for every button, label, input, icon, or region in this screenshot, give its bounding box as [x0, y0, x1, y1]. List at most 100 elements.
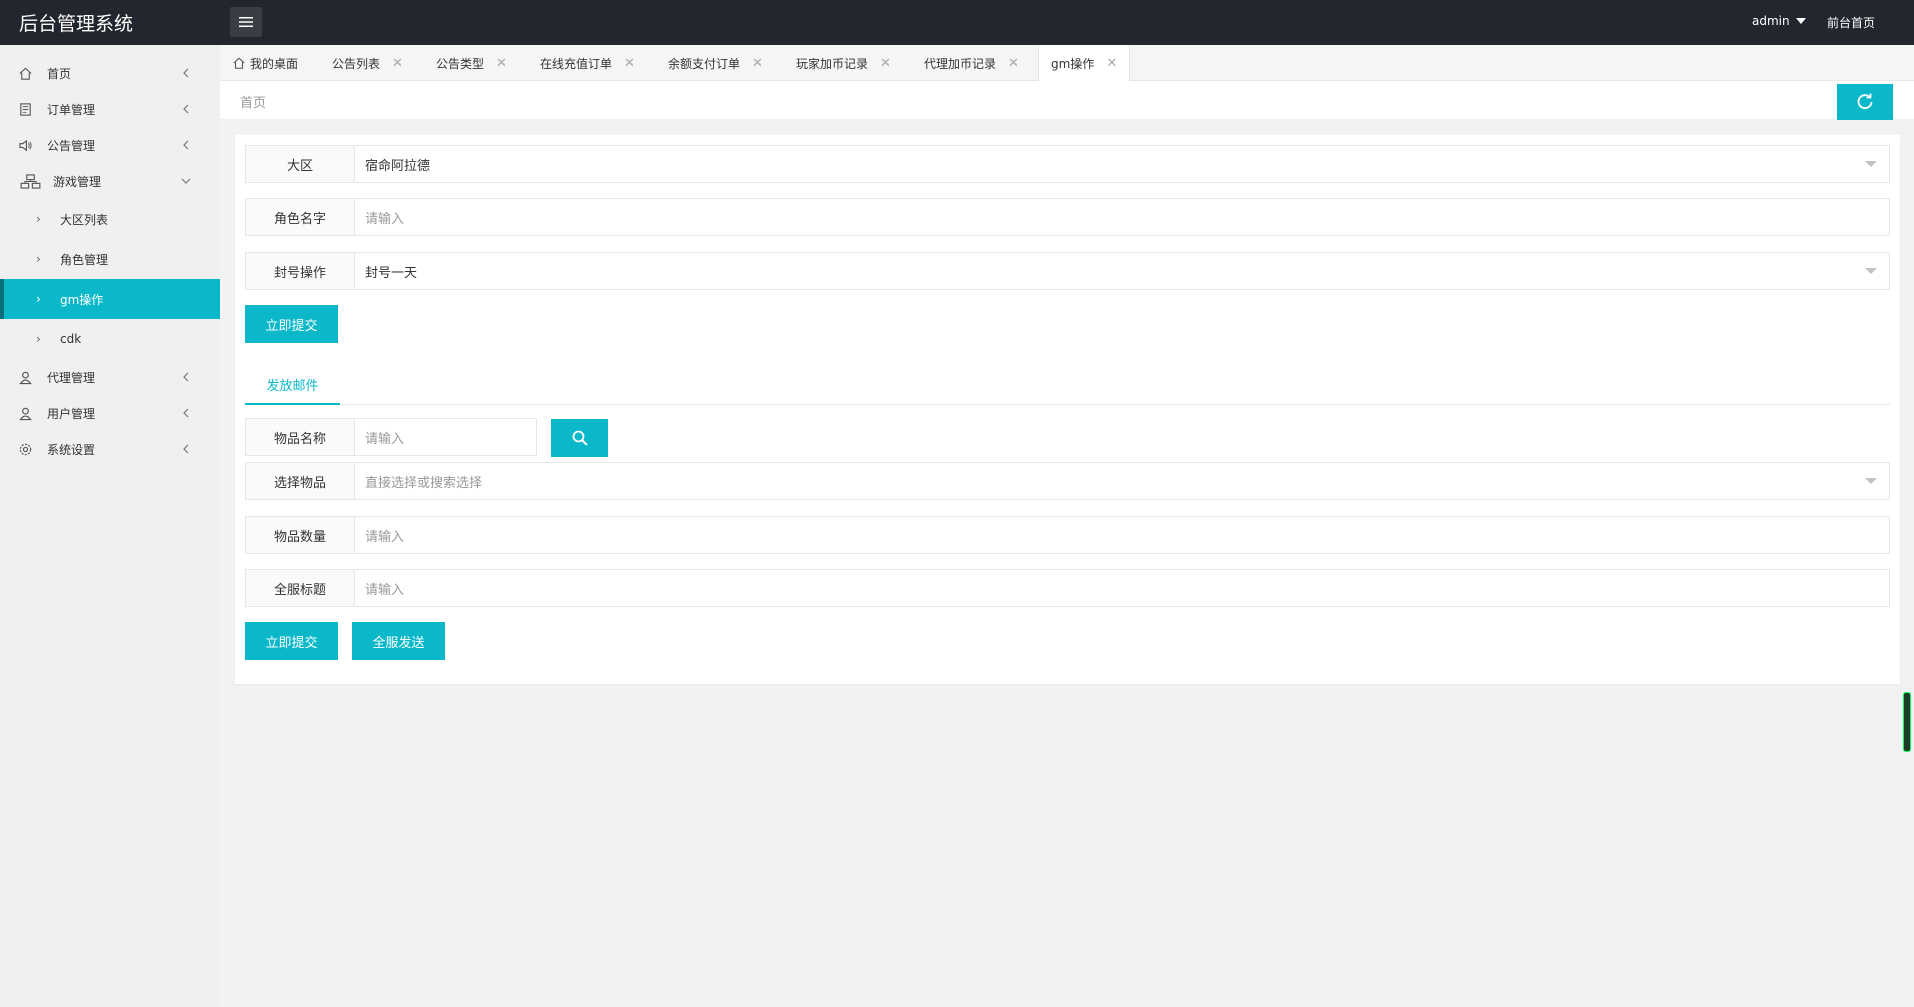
sidebar-item-agents[interactable]: 代理管理 [0, 359, 220, 395]
search-icon [572, 430, 588, 446]
role-row: 角色名字 请输入 [245, 198, 1890, 236]
select-item-row: 选择物品 直接选择或搜索选择 [245, 462, 1890, 500]
dropdown-arrow-icon [1865, 268, 1877, 274]
region-select[interactable]: 宿命阿拉德 [355, 146, 1889, 182]
front-page-link[interactable]: 前台首页 [1827, 14, 1875, 31]
menu-toggle-button[interactable] [230, 7, 262, 37]
quantity-row: 物品数量 请输入 [245, 516, 1890, 554]
chevron-left-icon [183, 68, 189, 78]
breadcrumb[interactable]: 首页 [240, 92, 266, 111]
select-item-label: 选择物品 [246, 463, 355, 499]
sidebar-item-home[interactable]: 首页 [0, 55, 220, 91]
hamburger-icon [239, 17, 253, 27]
item-name-input[interactable]: 请输入 [355, 419, 536, 455]
submit-mail-button[interactable]: 立即提交 [245, 622, 338, 660]
refresh-icon [1857, 93, 1873, 110]
home-icon [233, 57, 245, 69]
item-name-row: 物品名称 请输入 [245, 418, 537, 456]
tab-label: 玩家加币记录 [796, 56, 869, 71]
tab-balance-orders[interactable]: 余额支付订单 ✕ [656, 45, 775, 81]
ban-value: 封号一天 [365, 265, 418, 281]
server-title-input[interactable]: 请输入 [355, 570, 1889, 606]
sidebar-item-label: 首页 [47, 66, 72, 81]
tab-agent-coin-log[interactable]: 代理加币记录 ✕ [912, 45, 1031, 81]
sidebar-item-label: 系统设置 [47, 442, 96, 457]
gm-form-card: 大区 宿命阿拉德 角色名字 请输入 封号操作 封号一天 立即提交 发放邮件 物品… [235, 135, 1900, 684]
close-icon[interactable]: ✕ [880, 56, 891, 71]
scroll-handle[interactable] [1903, 692, 1911, 752]
sidebar-item-label: 订单管理 [47, 102, 96, 117]
sidebar-item-label: 公告管理 [47, 138, 96, 153]
search-button[interactable] [551, 419, 608, 457]
tab-gm[interactable]: gm操作 ✕ [1038, 45, 1131, 82]
sitemap-icon [19, 173, 41, 189]
tab-desktop[interactable]: 我的桌面 [220, 45, 310, 81]
sidebar-item-orders[interactable]: 订单管理 [0, 91, 220, 127]
tab-label: 公告列表 [332, 56, 381, 71]
tab-bar: 我的桌面 公告列表 ✕ 公告类型 ✕ 在线充值订单 ✕ 余额支付订单 ✕ 玩家加币记录 ✕… [220, 45, 1914, 82]
role-name-input[interactable]: 请输入 [355, 199, 1889, 235]
user-menu[interactable]: admin [1752, 14, 1806, 28]
dropdown-arrow-icon [1865, 478, 1877, 484]
sidebar-subitem-label: 大区列表 [60, 212, 109, 227]
chevron-left-icon [183, 104, 189, 114]
tab-announcement-types[interactable]: 公告类型 ✕ [424, 45, 519, 81]
speaker-icon [17, 137, 33, 153]
chevron-right-icon: › [36, 252, 41, 266]
tab-label: 我的桌面 [250, 56, 299, 71]
sidebar-subitem-roles[interactable]: › 角色管理 [0, 239, 220, 279]
breadcrumb-bar: 首页 [220, 81, 1914, 120]
tab-label: 余额支付订单 [668, 56, 741, 71]
close-icon[interactable]: ✕ [496, 56, 507, 71]
submit-ban-button[interactable]: 立即提交 [245, 305, 338, 343]
select-item-dropdown[interactable]: 直接选择或搜索选择 [355, 463, 1889, 499]
home-icon [17, 65, 33, 81]
tab-label: 在线充值订单 [540, 56, 613, 71]
sidebar-subitem-label: cdk [60, 332, 82, 346]
role-label: 角色名字 [246, 199, 355, 235]
ban-select[interactable]: 封号一天 [355, 253, 1889, 289]
close-icon[interactable]: ✕ [392, 56, 403, 71]
sidebar-item-label: 代理管理 [47, 370, 96, 385]
quantity-label: 物品数量 [246, 517, 355, 553]
tab-label: gm操作 [1051, 57, 1095, 71]
send-all-button[interactable]: 全服发送 [352, 622, 445, 660]
sidebar-item-games[interactable]: 游戏管理 [0, 163, 220, 199]
close-icon[interactable]: ✕ [752, 56, 763, 71]
sidebar-subitem-regions[interactable]: › 大区列表 [0, 199, 220, 239]
sidebar-subitem-label: 角色管理 [60, 252, 109, 267]
tab-send-mail[interactable]: 发放邮件 [245, 365, 340, 405]
refresh-button[interactable] [1837, 84, 1893, 120]
sidebar-item-users[interactable]: 用户管理 [0, 395, 220, 431]
sidebar-item-label: 用户管理 [47, 406, 96, 421]
chevron-right-icon: › [36, 292, 41, 306]
sidebar-subitem-gm[interactable]: › gm操作 [0, 279, 220, 319]
close-icon[interactable]: ✕ [1106, 56, 1117, 71]
sidebar-item-settings[interactable]: 系统设置 [0, 431, 220, 467]
tab-player-coin-log[interactable]: 玩家加币记录 ✕ [784, 45, 903, 81]
close-icon[interactable]: ✕ [1008, 56, 1019, 71]
document-icon [17, 101, 33, 117]
chevron-left-icon [183, 408, 189, 418]
sidebar-subitem-cdk[interactable]: › cdk [0, 319, 220, 359]
region-label: 大区 [246, 146, 355, 182]
item-name-label: 物品名称 [246, 419, 355, 455]
caret-down-icon [1795, 18, 1806, 24]
sidebar-subitem-label: gm操作 [60, 292, 104, 307]
user-icon [17, 369, 33, 385]
chevron-down-icon [181, 178, 191, 184]
tab-label: 公告类型 [436, 56, 485, 71]
gear-icon [17, 441, 33, 457]
dropdown-arrow-icon [1865, 161, 1877, 167]
tab-label: 代理加币记录 [924, 56, 997, 71]
server-title-label: 全服标题 [246, 570, 355, 606]
app-title: 后台管理系统 [19, 13, 134, 35]
region-row: 大区 宿命阿拉德 [245, 145, 1890, 183]
close-icon[interactable]: ✕ [624, 56, 635, 71]
tab-announcement-list[interactable]: 公告列表 ✕ [320, 45, 415, 81]
server-title-row: 全服标题 请输入 [245, 569, 1890, 607]
tab-online-recharge[interactable]: 在线充值订单 ✕ [528, 45, 647, 81]
sidebar-item-announcements[interactable]: 公告管理 [0, 127, 220, 163]
user-icon [17, 405, 33, 421]
quantity-input[interactable]: 请输入 [355, 517, 1889, 553]
